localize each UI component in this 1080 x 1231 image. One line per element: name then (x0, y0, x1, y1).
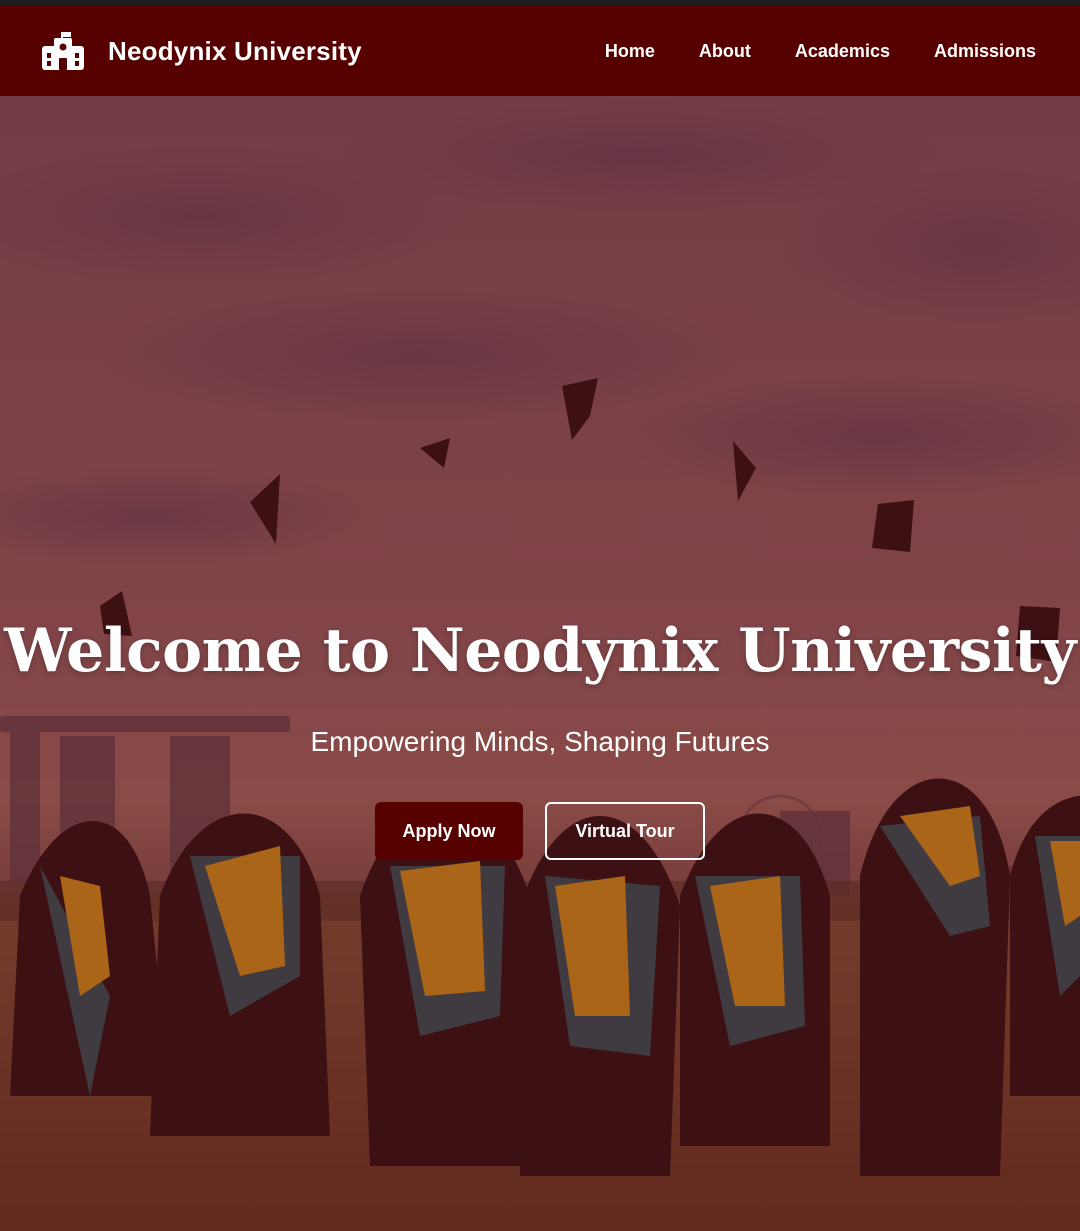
nav-about[interactable]: About (699, 41, 751, 62)
nav-admissions[interactable]: Admissions (934, 41, 1036, 62)
hero-content: Welcome to Neodynix University Empowerin… (0, 96, 1080, 1231)
university-name: Neodynix University (108, 35, 362, 66)
hero-section: Welcome to Neodynix University Empowerin… (0, 96, 1080, 1231)
apply-now-button[interactable]: Apply Now (375, 802, 523, 860)
nav-academics[interactable]: Academics (795, 41, 890, 62)
site-header: Neodynix University Home About Academics… (0, 6, 1080, 96)
main-nav: Home About Academics Admissions (605, 41, 1036, 62)
hero-buttons: Apply Now Virtual Tour (0, 802, 1080, 860)
virtual-tour-button[interactable]: Virtual Tour (545, 802, 705, 860)
brand[interactable]: Neodynix University (42, 32, 362, 70)
hero-subtitle: Empowering Minds, Shaping Futures (310, 726, 770, 757)
hero-title: Welcome to Neodynix University (4, 616, 1076, 686)
school-building-icon (42, 32, 84, 70)
nav-home[interactable]: Home (605, 41, 655, 62)
